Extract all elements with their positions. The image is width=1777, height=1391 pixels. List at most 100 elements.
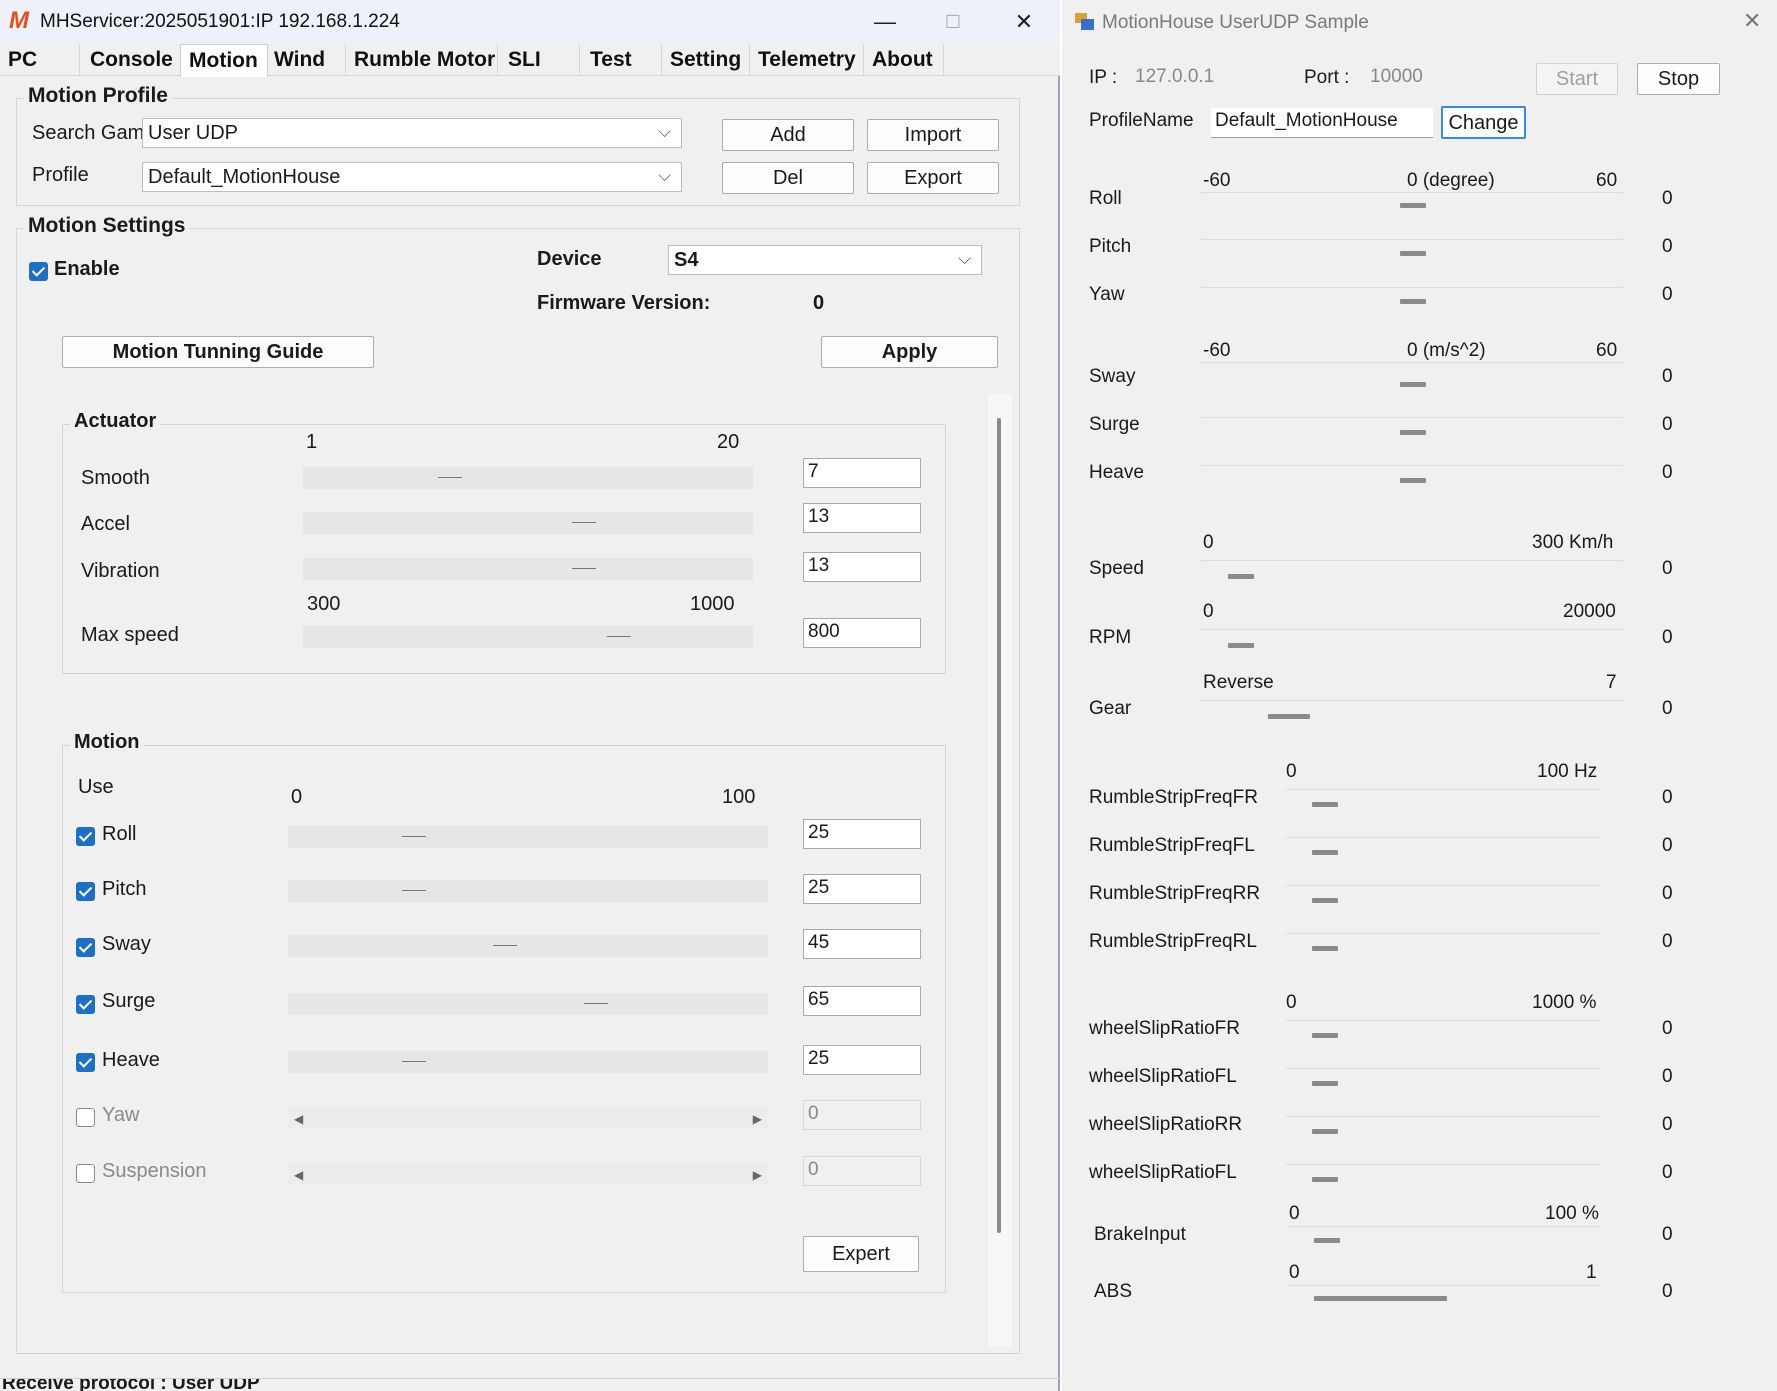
close-icon[interactable]: ✕ — [1004, 8, 1044, 36]
expert-button[interactable]: Expert — [803, 1236, 919, 1272]
tab-sli[interactable]: SLI — [500, 44, 580, 76]
pitch-slider[interactable] — [288, 880, 768, 902]
left-arrow-icon[interactable]: ◀ — [294, 1168, 303, 1182]
roll-indicator — [1400, 203, 1426, 208]
pitch-checkbox[interactable] — [76, 882, 95, 901]
smooth-slider[interactable] — [303, 467, 753, 489]
sway-checkbox[interactable] — [76, 938, 95, 957]
tab-about[interactable]: About — [864, 44, 944, 76]
window-title: MHServicer:2025051901:IP 192.168.1.224 — [40, 11, 400, 32]
tab-rumble-motor[interactable]: Rumble Motor — [346, 44, 498, 76]
gear-value: 0 — [1662, 698, 1673, 719]
export-button[interactable]: Export — [867, 162, 999, 194]
abs-scale-min: 0 — [1289, 1262, 1300, 1283]
sway-slider[interactable] — [288, 935, 768, 957]
gear-indicator — [1268, 714, 1310, 719]
tab-test[interactable]: Test — [582, 44, 662, 76]
slider-thumb[interactable] — [607, 636, 632, 637]
left-titlebar[interactable]: M MHServicer:2025051901:IP 192.168.1.224… — [0, 0, 1060, 44]
rpm-indicator — [1228, 643, 1254, 648]
surge-checkbox[interactable] — [76, 995, 95, 1014]
minimize-icon[interactable]: — — [865, 8, 905, 36]
profile-combo[interactable]: Default_MotionHouse ⌵ — [142, 162, 682, 192]
right-arrow-icon[interactable]: ▶ — [753, 1112, 762, 1126]
search-game-combo[interactable]: User UDP ⌵ — [142, 118, 682, 148]
vibration-input[interactable]: 13 — [803, 552, 921, 582]
abs-label: ABS — [1094, 1281, 1133, 1302]
slider-thumb[interactable] — [493, 945, 518, 946]
suspension-slider[interactable]: ◀ ▶ — [288, 1162, 768, 1184]
stop-button[interactable]: Stop — [1637, 63, 1720, 95]
rumble-rr-indicator — [1312, 898, 1338, 903]
heave-label: Heave — [102, 1049, 160, 1071]
tab-pc[interactable]: PC — [0, 44, 80, 76]
slider-thumb[interactable] — [584, 1003, 609, 1004]
heave-input[interactable]: 25 — [803, 1045, 921, 1075]
heave-slider[interactable] — [288, 1051, 768, 1073]
tab-telemetry[interactable]: Telemetry — [750, 44, 864, 76]
close-icon[interactable]: ✕ — [1743, 8, 1761, 34]
slider-thumb[interactable] — [402, 836, 426, 837]
profile-name-input[interactable]: Default_MotionHouse — [1211, 108, 1433, 138]
ip-input[interactable]: 127.0.0.1 — [1131, 64, 1231, 94]
roll-checkbox[interactable] — [76, 827, 95, 846]
tab-motion[interactable]: Motion — [180, 44, 268, 77]
port-input[interactable]: 10000 — [1366, 64, 1469, 94]
ip-label: IP : — [1089, 67, 1118, 88]
suspension-checkbox[interactable] — [76, 1164, 95, 1183]
vibration-slider[interactable] — [303, 558, 753, 580]
abs-scale-max: 1 — [1586, 1262, 1597, 1283]
scrollbar-thumb[interactable] — [997, 418, 1001, 1233]
gear-scale-max: 7 — [1606, 672, 1617, 693]
left-arrow-icon[interactable]: ◀ — [294, 1112, 303, 1126]
speed-scale-max: 300 Km/h — [1532, 532, 1614, 553]
pitch-telemetry-label: Pitch — [1089, 236, 1132, 257]
accel-slider[interactable] — [303, 512, 753, 534]
slider-thumb[interactable] — [437, 477, 462, 478]
tab-wind[interactable]: Wind — [266, 44, 346, 76]
accel-input[interactable]: 13 — [803, 503, 921, 533]
max-speed-input[interactable]: 800 — [803, 618, 921, 648]
device-combo[interactable]: S4 ⌵ — [668, 245, 982, 275]
right-arrow-icon[interactable]: ▶ — [753, 1168, 762, 1182]
search-game-label: Search Gam — [32, 122, 142, 144]
actuator-title: Actuator — [70, 410, 161, 433]
roll-slider[interactable] — [288, 826, 768, 848]
change-button[interactable]: Change — [1441, 106, 1526, 139]
sway-input[interactable]: 45 — [803, 929, 921, 959]
hz-scale-min: 0 — [1286, 761, 1297, 782]
surge-input[interactable]: 65 — [803, 986, 921, 1016]
slider-thumb[interactable] — [572, 568, 597, 569]
yaw-slider[interactable]: ◀ ▶ — [288, 1106, 768, 1128]
surge-slider[interactable] — [288, 993, 768, 1015]
heave-checkbox[interactable] — [76, 1053, 95, 1072]
pitch-input[interactable]: 25 — [803, 874, 921, 904]
slider-thumb[interactable] — [572, 522, 597, 523]
yaw-checkbox[interactable] — [76, 1108, 95, 1127]
enable-checkbox[interactable] — [29, 262, 48, 281]
rumble-rr-track — [1286, 885, 1601, 886]
firmware-value: 0 — [813, 292, 825, 314]
yaw-track — [1201, 287, 1623, 288]
port-label: Port : — [1304, 67, 1350, 88]
slider-thumb[interactable] — [402, 890, 426, 891]
add-button[interactable]: Add — [722, 119, 854, 151]
max-speed-slider[interactable] — [303, 626, 753, 648]
import-button[interactable]: Import — [867, 119, 999, 151]
del-button[interactable]: Del — [722, 162, 854, 194]
suspension-input[interactable]: 0 — [803, 1156, 921, 1186]
yaw-input[interactable]: 0 — [803, 1100, 921, 1130]
pct1000-scale-min: 0 — [1286, 992, 1297, 1013]
abs-track — [1289, 1285, 1601, 1286]
slider-thumb[interactable] — [402, 1061, 426, 1062]
motion-tuning-guide-button[interactable]: Motion Tunning Guide — [62, 336, 374, 368]
apply-button[interactable]: Apply — [821, 336, 998, 368]
maximize-icon[interactable]: ☐ — [933, 8, 973, 36]
tab-setting[interactable]: Setting — [662, 44, 750, 76]
roll-input[interactable]: 25 — [803, 819, 921, 849]
roll-telemetry-label: Roll — [1089, 188, 1122, 209]
speed-scale-min: 0 — [1203, 532, 1214, 553]
smooth-input[interactable]: 7 — [803, 458, 921, 488]
start-button[interactable]: Start — [1536, 63, 1618, 95]
tab-console[interactable]: Console — [82, 44, 182, 76]
